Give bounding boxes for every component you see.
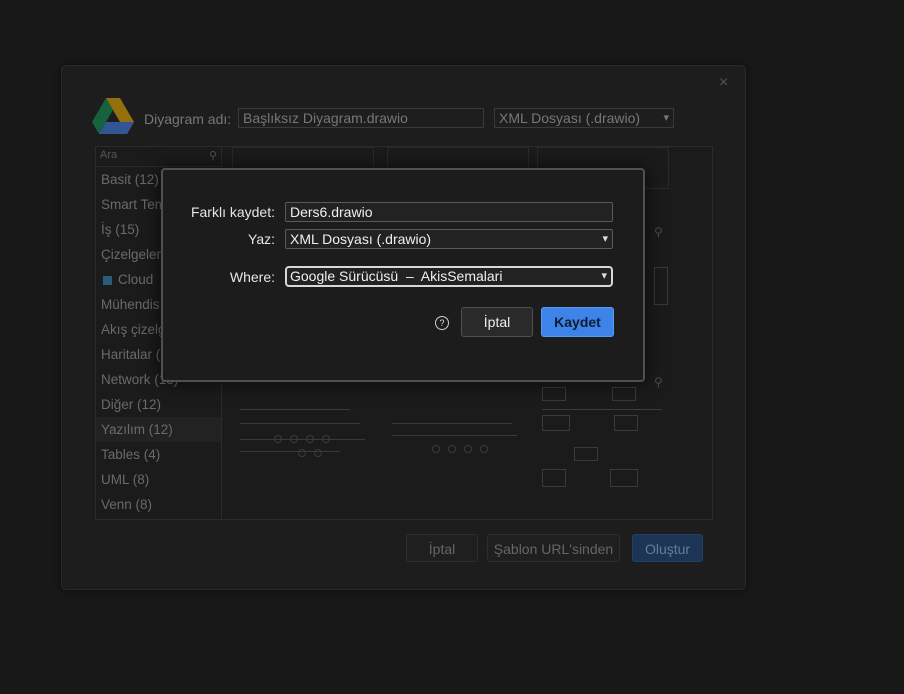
template-search-input[interactable]: Ara ⚲ — [96, 147, 222, 167]
search-icon[interactable]: ⚲ — [209, 149, 217, 162]
cancel-button[interactable]: İptal — [461, 307, 533, 337]
filename-input[interactable]: Ders6.drawio — [285, 202, 613, 222]
save-button[interactable]: Kaydet — [541, 307, 614, 337]
new-diagram-cancel-button[interactable]: İptal — [406, 534, 478, 562]
diagram-name-label: Diyagram adı: — [144, 111, 232, 127]
format-label: Yaz: — [248, 231, 275, 247]
format-select-value: XML Dosyası (.drawio) — [290, 231, 432, 247]
help-icon[interactable]: ? — [435, 316, 449, 330]
from-template-url-button[interactable]: Şablon URL'sinden — [487, 534, 620, 562]
diagram-name-input[interactable]: Başlıksız Diyagram.drawio — [238, 108, 484, 128]
category-uml[interactable]: UML (8) — [96, 467, 222, 492]
category-tables[interactable]: Tables (4) — [96, 442, 222, 467]
location-select-value: Google Sürücüsü – AkisSemalari — [290, 268, 503, 284]
category-cloud-label: Cloud — [118, 272, 154, 287]
zoom-icon[interactable]: ⚲ — [654, 225, 663, 239]
chevron-down-icon: ▾ — [601, 270, 607, 282]
location-select[interactable]: Google Sürücüsü – AkisSemalari ▾ — [285, 266, 613, 287]
chevron-down-icon: ▾ — [602, 233, 608, 245]
category-venn[interactable]: Venn (8) — [96, 492, 222, 517]
template-thumbnail[interactable] — [654, 267, 668, 305]
zoom-icon[interactable]: ⚲ — [654, 375, 663, 389]
cloud-icon — [103, 275, 112, 285]
diagram-format-value: XML Dosyası (.drawio) — [499, 110, 641, 126]
diagram-format-select[interactable]: XML Dosyası (.drawio) ▾ — [494, 108, 674, 128]
google-drive-logo — [92, 98, 134, 134]
category-diger[interactable]: Diğer (12) — [96, 392, 222, 417]
save-as-dialog: Farklı kaydet: Ders6.drawio Yaz: XML Dos… — [161, 168, 645, 382]
category-yazilim[interactable]: Yazılım (12) — [96, 417, 222, 442]
filename-label: Farklı kaydet: — [190, 204, 275, 220]
search-placeholder: Ara — [100, 149, 118, 161]
create-button[interactable]: Oluştur — [632, 534, 703, 562]
where-label: Where: — [229, 269, 275, 285]
chevron-down-icon: ▾ — [663, 112, 669, 124]
close-icon[interactable]: × — [719, 74, 728, 92]
format-select[interactable]: XML Dosyası (.drawio) ▾ — [285, 229, 613, 249]
